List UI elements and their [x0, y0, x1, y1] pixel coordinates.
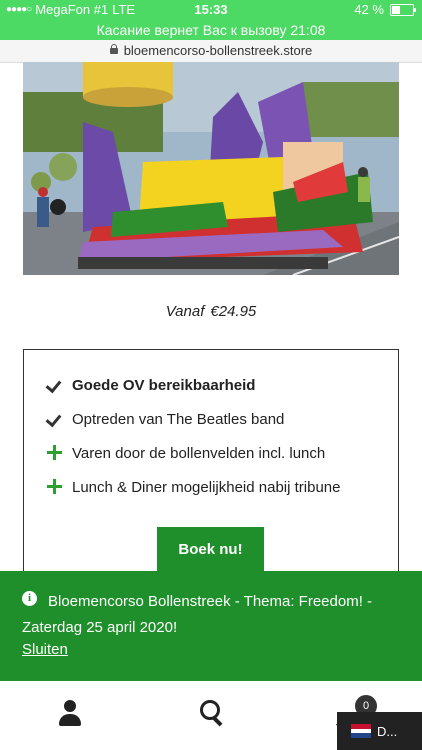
battery-group: 42 % — [354, 2, 416, 17]
feature-text: Goede OV bereikbaarheid — [72, 376, 256, 394]
dismiss-notice-link[interactable]: Sluiten — [22, 641, 68, 658]
address-bar[interactable]: bloemencorso-bollenstreek.store — [0, 40, 422, 63]
url-text: bloemencorso-bollenstreek.store — [123, 43, 313, 58]
notice-message: Bloemencorso Bollenstreek - Thema: Freed… — [22, 593, 373, 636]
feature-text: Varen door de bollenvelden incl. lunch — [72, 444, 326, 462]
language-switcher[interactable]: D... — [337, 712, 422, 750]
feature-item: Lunch & Diner mogelijkheid nabij tribune — [46, 478, 341, 496]
feature-text: Optreden van The Beatles band — [72, 410, 285, 428]
feature-item: Optreden van The Beatles band — [46, 410, 284, 428]
price-prefix: Vanaf — [165, 303, 205, 320]
feature-text: Lunch & Diner mogelijkheid nabij tribune — [72, 478, 341, 496]
lock-icon — [109, 44, 118, 54]
return-to-call-bar[interactable]: Касание вернет Вас к вызову 21:08 — [0, 20, 422, 40]
price-line: Vanaf €24.95 — [0, 303, 422, 320]
return-to-call-text: Касание вернет Вас к вызову 21:08 — [96, 22, 326, 38]
feature-item: Goede OV bereikbaarheid — [46, 376, 255, 394]
plus-icon — [46, 478, 64, 496]
features-box: Goede OV bereikbaarheid Optreden van The… — [23, 349, 399, 581]
store-notice: i Bloemencorso Bollenstreek - Thema: Fre… — [0, 571, 422, 681]
search-icon[interactable] — [194, 697, 230, 733]
plus-icon — [46, 444, 64, 462]
user-icon[interactable] — [52, 697, 88, 733]
battery-percent: 42 % — [354, 2, 384, 17]
language-label: D... — [377, 723, 398, 739]
book-now-button[interactable]: Boek nu! — [157, 527, 264, 571]
netherlands-flag-icon — [351, 724, 371, 739]
check-icon — [46, 410, 64, 428]
status-bar: ●●●●○ MegaFon #1 LTE 15:33 42 % — [0, 0, 422, 20]
hero-image — [23, 62, 399, 275]
price-value: €24.95 — [210, 303, 257, 320]
check-icon — [46, 376, 64, 394]
feature-item: Varen door de bollenvelden incl. lunch — [46, 444, 325, 462]
battery-icon — [390, 3, 416, 16]
